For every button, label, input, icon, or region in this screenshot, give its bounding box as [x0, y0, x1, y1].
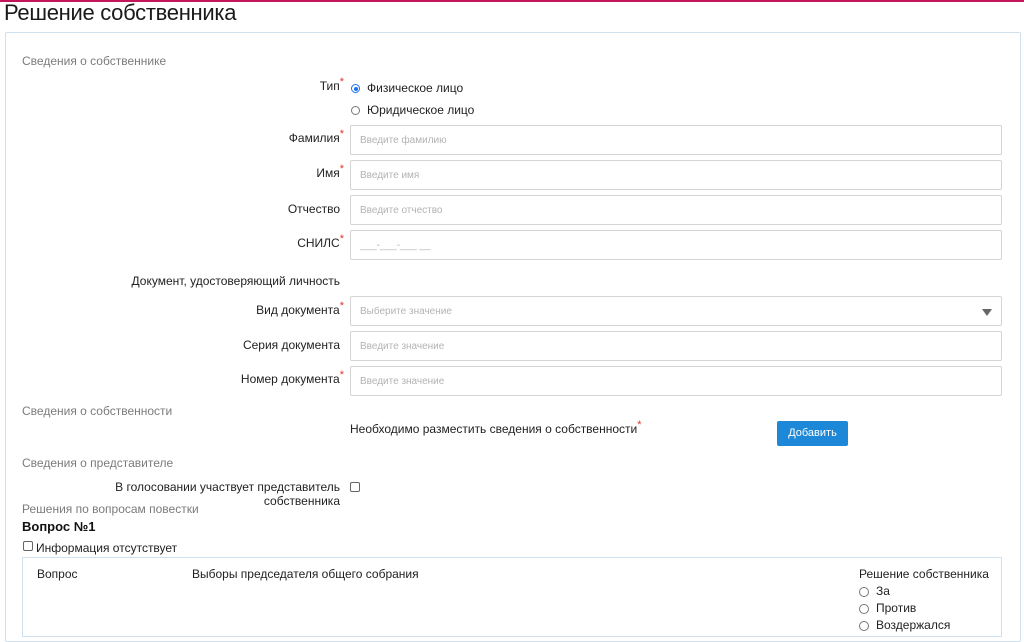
chevron-down-icon[interactable]	[982, 309, 992, 316]
surname-input[interactable]	[350, 125, 1002, 155]
radio-individual-label[interactable]: Физическое лицо	[367, 81, 463, 95]
no-info-label: Информация отсутствует	[36, 541, 178, 555]
question-table	[22, 557, 1002, 637]
type-label: Тип	[319, 79, 340, 93]
name-input[interactable]	[350, 160, 1002, 190]
property-section-title: Сведения о собственности	[22, 404, 173, 418]
required-mark: *	[339, 163, 344, 175]
snils-label: СНИЛС	[297, 236, 340, 250]
representative-checkbox[interactable]	[350, 482, 360, 492]
doc-type-label-row: Вид документа*	[200, 300, 344, 317]
patronymic-label: Отчество	[287, 202, 340, 216]
question-title: Вопрос №1	[22, 519, 96, 534]
doc-number-label-row: Номер документа*	[200, 369, 344, 386]
snils-label-row: СНИЛС*	[200, 233, 344, 250]
required-mark: *	[339, 128, 344, 140]
decision-option-for[interactable]: За	[876, 584, 890, 598]
type-label-row: Тип*	[260, 76, 344, 93]
decision-option-abstain[interactable]: Воздержался	[876, 618, 950, 632]
doc-number-label: Номер документа	[240, 372, 340, 386]
decision-header: Решение собственника	[859, 567, 989, 581]
required-mark: *	[339, 300, 344, 312]
radio-legal-entity[interactable]	[351, 106, 360, 115]
add-property-button[interactable]: Добавить	[777, 421, 848, 446]
patronymic-input[interactable]	[350, 195, 1002, 225]
agenda-section-title: Решения по вопросам повестки	[22, 502, 199, 516]
radio-individual[interactable]	[351, 84, 360, 93]
page-title: Решение собственника	[4, 0, 237, 25]
owner-section-title: Сведения о собственнике	[22, 54, 167, 68]
question-header: Вопрос	[37, 567, 78, 581]
required-mark: *	[339, 233, 344, 245]
property-notice: Необходимо разместить сведения о собстве…	[350, 422, 638, 436]
decision-radio-against[interactable]	[859, 604, 869, 614]
snils-input[interactable]	[350, 230, 1002, 260]
radio-legal-entity-label[interactable]: Юридическое лицо	[367, 103, 474, 117]
doc-type-select-value: Выберите значение	[360, 306, 452, 317]
id-document-heading: Документ, удостоверяющий личность	[131, 274, 340, 288]
decision-radio-for[interactable]	[859, 587, 869, 597]
decision-option-against[interactable]: Против	[876, 601, 916, 615]
required-mark: *	[339, 369, 344, 381]
property-notice-row: Необходимо разместить сведения о собстве…	[350, 419, 642, 436]
surname-label: Фамилия	[288, 131, 340, 145]
name-label-row: Имя*	[200, 163, 344, 180]
doc-series-label: Серия документа	[242, 338, 340, 352]
name-label: Имя	[316, 166, 340, 180]
question-text: Выборы председателя общего собрания	[192, 567, 419, 581]
required-mark: *	[339, 76, 344, 88]
doc-number-input[interactable]	[350, 366, 1002, 396]
surname-label-row: Фамилия*	[200, 128, 344, 145]
doc-type-select[interactable]: Выберите значение	[350, 296, 1002, 326]
no-info-checkbox[interactable]	[23, 541, 33, 551]
doc-type-label: Вид документа	[256, 303, 340, 317]
required-mark: *	[637, 419, 642, 431]
decision-radio-abstain[interactable]	[859, 621, 869, 631]
representative-section-title: Сведения о представителе	[22, 456, 174, 470]
doc-series-input[interactable]	[350, 331, 1002, 361]
